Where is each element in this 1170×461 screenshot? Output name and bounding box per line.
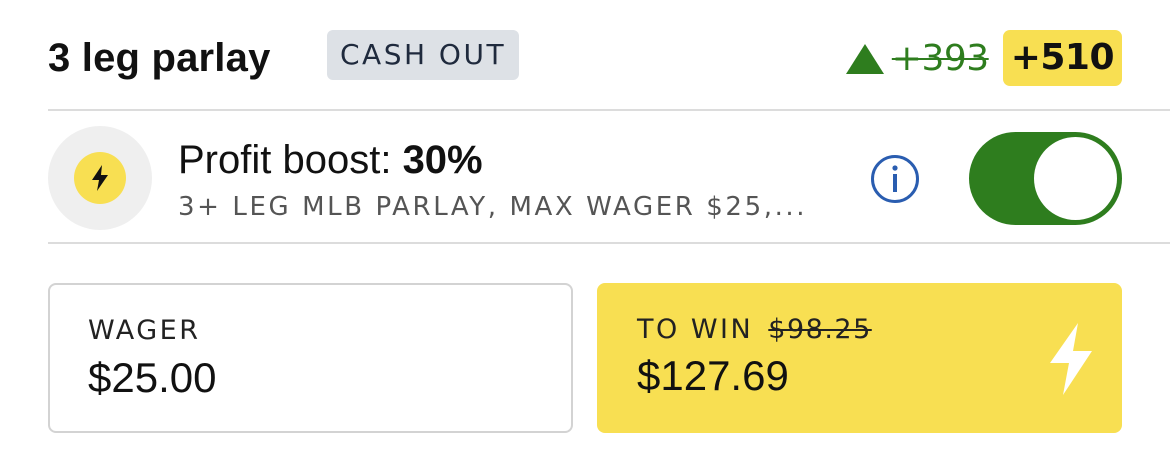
wager-input[interactable]: WAGER $25.00	[48, 283, 573, 433]
profit-boost-percent: 30%	[402, 138, 483, 182]
cash-out-badge[interactable]: CASH OUT	[327, 30, 520, 80]
profit-boost-terms: 3+ LEG MLB PARLAY, MAX WAGER $25,...	[178, 192, 808, 222]
boost-icon-container	[48, 126, 152, 230]
wager-value[interactable]: $25.00	[88, 353, 216, 403]
to-win-label-text: TO WIN	[637, 314, 754, 345]
profit-boost-title: Profit boost: 30%	[178, 136, 483, 184]
to-win-value: $127.69	[637, 352, 789, 399]
to-win-label: TO WIN $98.25	[637, 314, 872, 346]
info-icon[interactable]	[870, 154, 920, 204]
lightning-bolt-icon	[74, 152, 126, 204]
boosted-odds: +510	[1002, 30, 1122, 86]
bet-title: 3 leg parlay	[48, 36, 271, 80]
odds-display: +393 +510	[845, 30, 1122, 86]
original-odds: +393	[891, 37, 989, 79]
bet-header: 3 leg parlay CASH OUT +393 +510	[48, 30, 1122, 86]
profit-boost-toggle[interactable]	[969, 132, 1122, 225]
profit-boost-label: Profit boost:	[178, 138, 403, 182]
original-to-win: $98.25	[768, 314, 872, 345]
lightning-bolt-icon	[1045, 321, 1097, 402]
wager-label: WAGER	[88, 315, 201, 346]
to-win-box: TO WIN $98.25 $127.69	[597, 283, 1122, 433]
toggle-knob	[1034, 137, 1117, 220]
up-triangle-icon	[845, 44, 884, 74]
divider	[48, 109, 1170, 111]
divider	[48, 242, 1170, 244]
